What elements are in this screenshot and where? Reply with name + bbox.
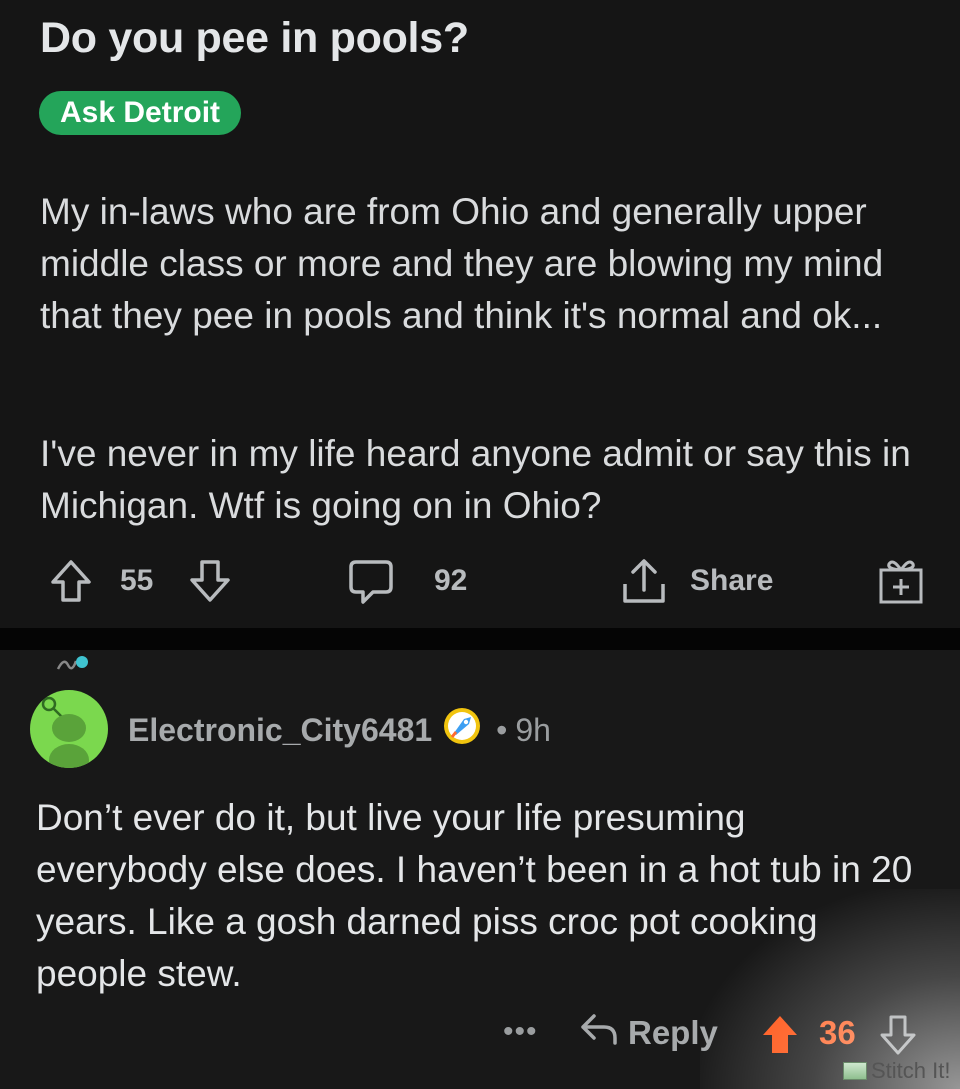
post-action-bar: 55 92 Share bbox=[0, 552, 960, 612]
arrow-down-outline-icon bbox=[880, 1015, 916, 1055]
gift-box-icon bbox=[877, 556, 925, 606]
comment-action-bar: ••• Reply 36 bbox=[0, 1004, 960, 1064]
sparkle-icon bbox=[56, 656, 88, 670]
stitch-logo-icon bbox=[843, 1062, 867, 1080]
stitch-it-watermark: Stitch It! bbox=[843, 1058, 950, 1084]
comment-upvote-button[interactable] bbox=[760, 1014, 800, 1061]
post-vote-count: 55 bbox=[120, 564, 154, 597]
arrow-down-outline-icon bbox=[187, 558, 233, 604]
comment-score: 36 bbox=[819, 1014, 856, 1051]
separator-dot: • bbox=[496, 711, 508, 748]
comment-body: Don’t ever do it, but live your life pre… bbox=[36, 797, 913, 994]
reply-arrow-icon bbox=[580, 1012, 628, 1054]
comment-header: Electronic_City6481 • 9h bbox=[128, 708, 551, 752]
post-downvote-button[interactable] bbox=[187, 558, 233, 604]
speech-bubble-icon bbox=[347, 558, 395, 606]
post-upvote-button[interactable] bbox=[48, 558, 94, 604]
more-options-button[interactable]: ••• bbox=[503, 1004, 538, 1060]
avatar[interactable] bbox=[30, 690, 108, 768]
reply-label: Reply bbox=[628, 1014, 718, 1051]
watermark-label: Stitch It! bbox=[871, 1058, 951, 1083]
share-upload-icon bbox=[620, 556, 668, 606]
reply-button[interactable]: Reply bbox=[580, 1012, 718, 1054]
arrow-up-filled-icon bbox=[763, 1016, 797, 1053]
post-title[interactable]: Do you pee in pools? bbox=[40, 14, 469, 63]
comment-timestamp: 9h bbox=[515, 711, 551, 748]
post-flair-badge[interactable]: Ask Detroit bbox=[39, 91, 242, 135]
post-comments-button[interactable] bbox=[347, 558, 395, 606]
post-body-paragraph-1: My in-laws who are from Ohio and general… bbox=[40, 191, 884, 336]
post-share-label: Share bbox=[690, 564, 774, 597]
section-divider bbox=[0, 628, 960, 650]
post-body-paragraph-2: I've never in my life heard anyone admit… bbox=[40, 433, 911, 526]
rocket-achievement-icon bbox=[442, 706, 482, 754]
comment-downvote-button[interactable] bbox=[878, 1014, 918, 1061]
post-comment-count: 92 bbox=[434, 564, 468, 597]
post-card: Do you pee in pools? Ask Detroit My in-l… bbox=[0, 0, 960, 628]
post-award-button[interactable] bbox=[877, 556, 925, 606]
snoo-avatar-icon bbox=[41, 696, 89, 768]
arrow-up-outline-icon bbox=[48, 558, 94, 604]
comment-username[interactable]: Electronic_City6481 bbox=[128, 712, 432, 749]
post-share-button[interactable]: Share bbox=[620, 556, 773, 606]
